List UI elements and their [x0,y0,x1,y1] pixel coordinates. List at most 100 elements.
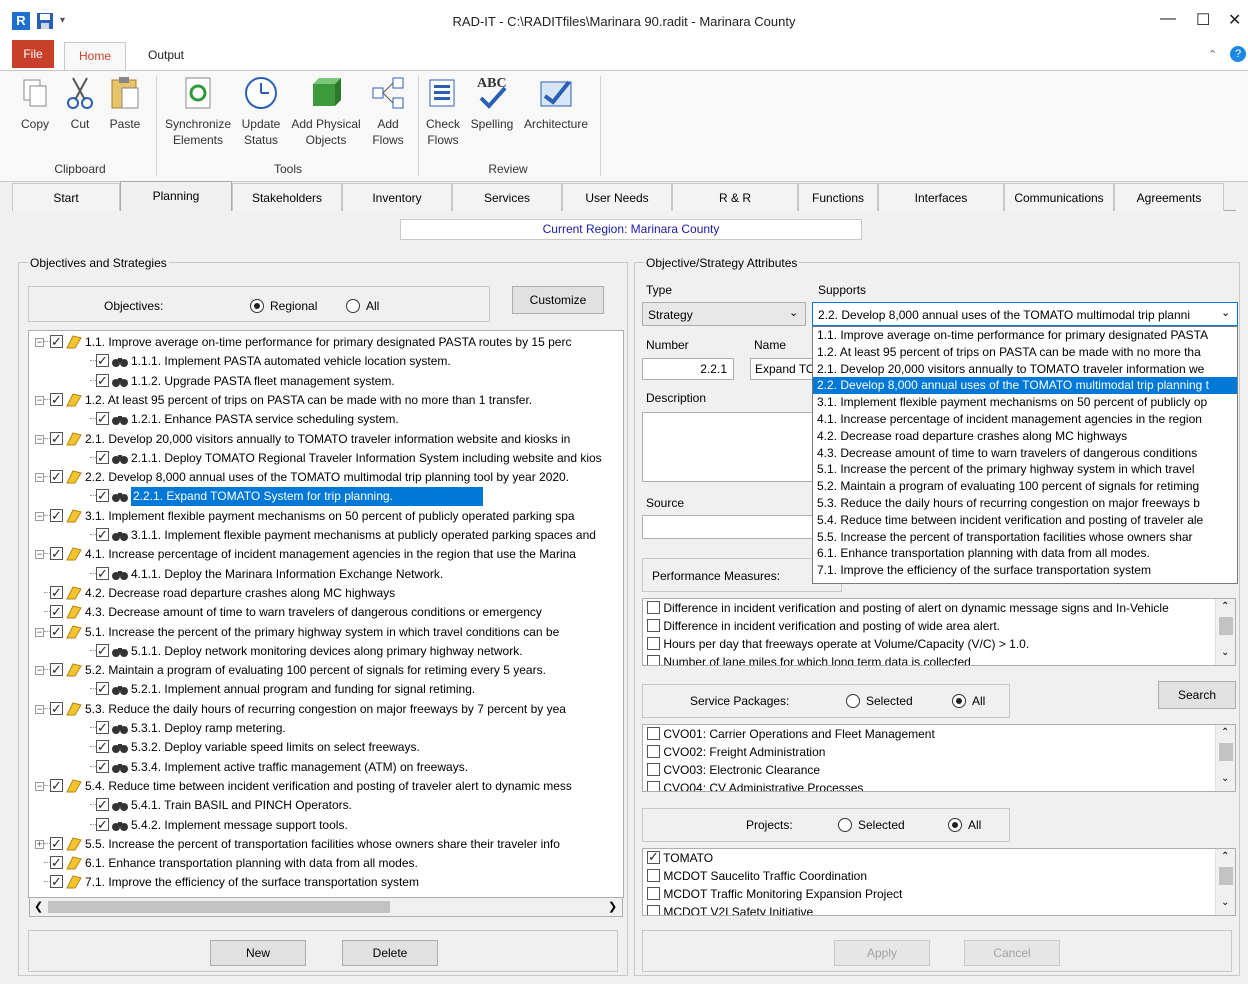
expand-icon[interactable]: + [35,839,44,849]
maximize-button[interactable]: ☐ [1196,10,1210,30]
tab-start[interactable]: Start [12,183,120,211]
collapse-icon[interactable]: − [35,550,44,560]
description-field[interactable] [642,412,816,482]
tree-checkbox[interactable] [50,333,63,351]
copy-button[interactable]: Copy [16,76,54,132]
tree-row[interactable]: 4.3. Decrease amount of time to warn tra… [35,603,619,622]
proj-all-radio[interactable]: All [948,818,981,832]
tree-checkbox[interactable] [96,738,109,756]
output-tab[interactable]: Output [136,42,196,70]
dropdown-option[interactable]: 7.1. Improve the efficiency of the surfa… [813,562,1237,579]
scroll-up-icon[interactable]: ⌃ [1221,727,1229,738]
list-item[interactable]: CVO04: CV Administrative Processes [643,779,1235,791]
list-item[interactable]: CVO02: Freight Administration [643,743,1235,761]
dropdown-option[interactable]: 4.3. Decrease amount of time to warn tra… [813,445,1237,462]
list-item[interactable]: MCDOT V2I Safety Initiative [643,903,1235,915]
tree-row[interactable]: − 2.2. Develop 8,000 annual uses of the T… [35,468,619,487]
cancel-button[interactable]: Cancel [964,940,1060,966]
list-item[interactable]: TOMATO [643,849,1235,867]
tree-row[interactable]: − 2.1. Develop 20,000 visitors annually t… [35,430,619,449]
name-field[interactable]: Expand TO [750,358,814,380]
sp-all-radio[interactable]: All [952,694,985,708]
scrollbar-thumb[interactable] [48,901,390,913]
tree-row[interactable]: 5.2.1. Implement annual program and fund… [81,680,619,699]
tree-checkbox[interactable] [96,758,109,776]
tree-checkbox[interactable] [50,700,63,718]
tree-checkbox[interactable] [96,487,109,505]
tree-row[interactable]: − 5.4. Reduce time between incident verif… [35,777,619,796]
proj-selected-radio[interactable]: Selected [838,818,905,832]
tree-row[interactable]: − 5.2. Maintain a program of evaluating 1… [35,661,619,680]
home-tab[interactable]: Home [64,42,126,70]
list-checkbox[interactable] [647,655,660,665]
close-button[interactable]: ✕ [1228,10,1241,30]
collapse-ribbon-icon[interactable]: ⌃ [1208,48,1217,61]
scroll-up-icon[interactable]: ⌃ [1221,851,1229,862]
tree-checkbox[interactable] [96,680,109,698]
list-checkbox[interactable] [647,745,660,758]
tab-interfaces[interactable]: Interfaces [878,183,1004,211]
tree-checkbox[interactable] [50,545,63,563]
tab-services[interactable]: Services [452,183,562,211]
tree-checkbox[interactable] [96,526,109,544]
tree-checkbox[interactable] [96,410,109,428]
tree-row[interactable]: 2.2.1. Expand TOMATO System for trip pla… [81,487,619,507]
paste-button[interactable]: Paste [106,76,144,132]
tree-row[interactable]: − 4.1. Increase percentage of incident ma… [35,545,619,564]
tree-checkbox[interactable] [50,777,63,795]
tab-user-needs[interactable]: User Needs [562,183,672,211]
list-checkbox[interactable] [647,727,660,740]
dropdown-option[interactable]: 5.5. Increase the percent of transportat… [813,529,1237,546]
dropdown-option[interactable]: 5.2. Maintain a program of evaluating 10… [813,478,1237,495]
dropdown-option[interactable]: 2.2. Develop 8,000 annual uses of the TO… [813,377,1237,395]
tree-row[interactable]: 1.1.1. Implement PASTA automated vehicle… [81,352,619,371]
list-checkbox[interactable] [647,601,660,614]
list-vertical-scrollbar[interactable]: ⌃ ⌄ [1215,599,1235,665]
apply-button[interactable]: Apply [834,940,930,966]
tree-row[interactable]: 1.1.2. Upgrade PASTA fleet management sy… [81,372,619,391]
dropdown-option[interactable]: 2.1. Develop 20,000 visitors annually to… [813,361,1237,378]
spelling-button[interactable]: ABC Spelling [468,76,516,132]
tree-row[interactable]: 1.2.1. Enhance PASTA service scheduling … [81,410,619,429]
tree-row[interactable]: 5.3.1. Deploy ramp metering. [81,719,619,738]
list-checkbox[interactable] [647,781,660,791]
architecture-button[interactable]: Architecture [520,76,592,132]
dropdown-option[interactable]: 4.2. Decrease road departure crashes alo… [813,428,1237,445]
dropdown-option[interactable]: 1.1. Improve average on-time performance… [813,327,1237,344]
list-item[interactable]: CVO03: Electronic Clearance [643,761,1235,779]
dropdown-option[interactable]: 3.1. Implement flexible payment mechanis… [813,394,1237,411]
tree-row[interactable]: 5.3.2. Deploy variable speed limits on s… [81,738,619,757]
scroll-down-icon[interactable]: ⌄ [1221,647,1229,658]
synchronize-elements-button[interactable]: Synchronize Elements [162,76,234,148]
tree-checkbox[interactable] [96,719,109,737]
tree-checkbox[interactable] [50,854,63,872]
tab-agreements[interactable]: Agreements [1114,183,1224,211]
list-checkbox[interactable] [647,849,660,866]
tab-inventory[interactable]: Inventory [342,183,452,211]
scrollbar-thumb[interactable] [1219,743,1233,761]
tree-row[interactable]: 6.1. Enhance transportation planning wit… [35,854,619,873]
tree-checkbox[interactable] [50,603,63,621]
list-checkbox[interactable] [647,905,660,915]
tree-row[interactable]: 5.3.4. Implement active traffic manageme… [81,758,619,777]
collapse-icon[interactable]: − [35,434,44,444]
list-checkbox[interactable] [647,763,660,776]
list-item[interactable]: CVO01: Carrier Operations and Fleet Mana… [643,725,1235,743]
tree-checkbox[interactable] [96,352,109,370]
tree-row[interactable]: 3.1.1. Implement flexible payment mechan… [81,526,619,545]
all-radio[interactable]: All [346,299,379,313]
sp-selected-radio[interactable]: Selected [846,694,913,708]
tree-row[interactable]: − 5.1. Increase the percent of the primar… [35,623,619,642]
collapse-icon[interactable]: − [35,666,44,676]
tree-checkbox[interactable] [50,468,63,486]
tree-checkbox[interactable] [96,642,109,660]
file-menu[interactable]: File [12,40,54,68]
tree-checkbox[interactable] [96,372,109,390]
collapse-icon[interactable]: − [35,395,44,405]
tree-row[interactable]: 5.1.1. Deploy network monitoring devices… [81,642,619,661]
customize-button[interactable]: Customize [512,286,604,314]
scroll-down-icon[interactable]: ⌄ [1221,773,1229,784]
collapse-icon[interactable]: − [35,511,44,521]
tab-r-and-r[interactable]: R & R [672,183,798,211]
search-button[interactable]: Search [1158,681,1236,709]
